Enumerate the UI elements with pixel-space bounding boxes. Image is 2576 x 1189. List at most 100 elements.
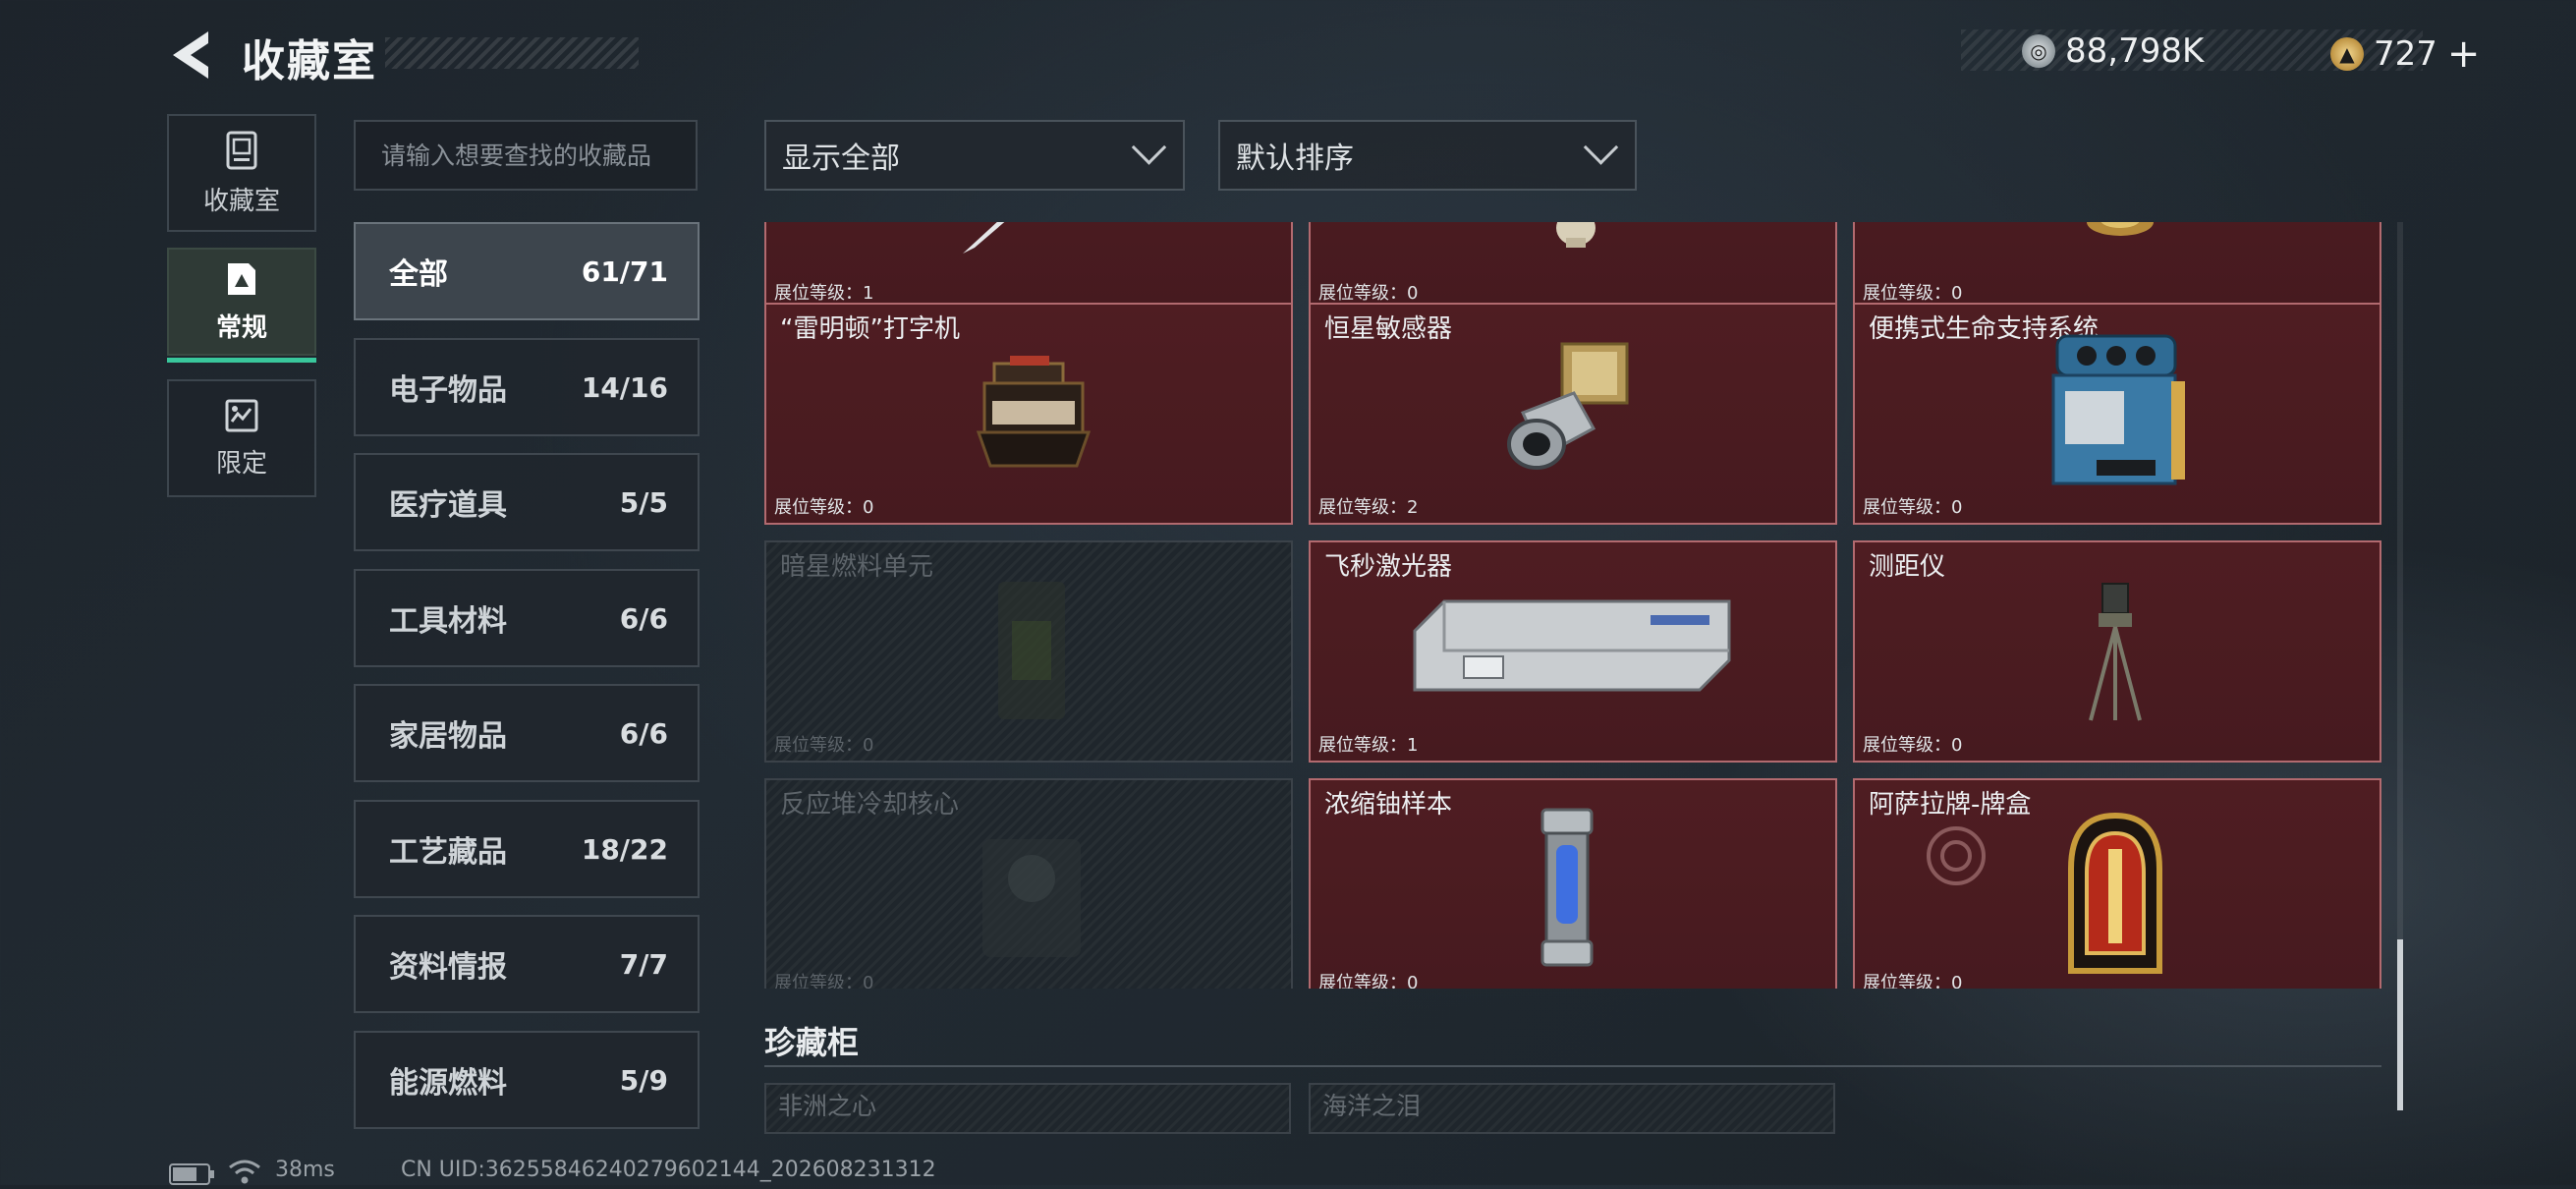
collection-grid[interactable]: 展位等级：1 展位等级：0 展位等级：0 “雷明顿”打字机 展位等级：0 恒星敏… bbox=[762, 222, 2385, 989]
category-name: 工具材料 bbox=[389, 604, 507, 639]
add-currency-button[interactable]: + bbox=[2447, 31, 2481, 77]
display-level: 展位等级：0 bbox=[774, 735, 874, 756]
display-level: 展位等级：0 bbox=[1863, 497, 1963, 518]
section-title: 珍藏柜 bbox=[764, 1024, 860, 1061]
reactor-core-icon bbox=[982, 839, 1081, 957]
category-name: 工艺藏品 bbox=[389, 835, 507, 870]
item-name: 反应堆冷却核心 bbox=[780, 790, 960, 820]
divider bbox=[764, 1065, 2381, 1067]
rangefinder-icon bbox=[2089, 583, 2142, 721]
display-level: 展位等级：0 bbox=[1318, 973, 1419, 989]
laser-icon bbox=[1413, 599, 1731, 692]
card-box-icon bbox=[2068, 812, 2162, 974]
category-tools[interactable]: 工具材料 6/6 bbox=[354, 569, 700, 667]
collection-card[interactable]: 恒星敏感器 展位等级：2 bbox=[1309, 303, 1837, 525]
category-crafts[interactable]: 工艺藏品 18/22 bbox=[354, 800, 700, 898]
nav-label: 收藏室 bbox=[202, 186, 280, 216]
silver-currency: ◎ 88,798K bbox=[2022, 31, 2204, 71]
treasure-card-locked[interactable]: 非洲之心 bbox=[764, 1083, 1291, 1134]
vase-icon bbox=[1556, 222, 1596, 248]
back-button[interactable] bbox=[165, 28, 222, 83]
fuel-cell-icon bbox=[998, 582, 1065, 719]
regular-icon bbox=[228, 262, 255, 295]
category-count: 61/71 bbox=[581, 255, 668, 288]
category-count: 14/16 bbox=[581, 370, 668, 404]
treasure-card-locked[interactable]: 海洋之泪 bbox=[1309, 1083, 1835, 1134]
category-all[interactable]: 全部 61/71 bbox=[354, 222, 700, 320]
collection-room-icon bbox=[226, 131, 257, 169]
item-name: “雷明顿”打字机 bbox=[780, 314, 960, 344]
uranium-sample-icon bbox=[1540, 808, 1594, 967]
display-level: 展位等级：0 bbox=[1863, 283, 1963, 304]
ping-text: 38ms bbox=[275, 1158, 335, 1182]
typewriter-icon bbox=[976, 356, 1092, 468]
show-filter-dropdown[interactable]: 显示全部 bbox=[764, 120, 1185, 191]
collection-card[interactable]: 展位等级：1 bbox=[764, 222, 1293, 311]
collection-card[interactable]: 展位等级：0 bbox=[1853, 222, 2381, 311]
currency-bar: ◎ 88,798K ▲ 727 + bbox=[1961, 29, 2480, 77]
category-name: 资料情报 bbox=[389, 950, 507, 985]
category-count: 6/6 bbox=[619, 716, 668, 750]
uid-text: CN UID:36255846240279602144_202608231312 bbox=[401, 1158, 936, 1182]
blade-icon bbox=[963, 222, 1005, 254]
collection-card-locked[interactable]: 反应堆冷却核心 展位等级：0 bbox=[764, 778, 1293, 989]
display-level: 展位等级：0 bbox=[774, 973, 874, 989]
category-name: 家居物品 bbox=[389, 719, 507, 754]
item-name: 测距仪 bbox=[1869, 552, 1946, 582]
search-input[interactable] bbox=[354, 120, 698, 191]
back-arrow-icon bbox=[173, 31, 208, 79]
category-electronics[interactable]: 电子物品 14/16 bbox=[354, 338, 700, 436]
category-name: 能源燃料 bbox=[389, 1066, 507, 1101]
category-name: 电子物品 bbox=[389, 373, 507, 408]
item-name: 飞秒激光器 bbox=[1324, 552, 1453, 582]
gold-triangle-coin-icon: ▲ bbox=[2330, 37, 2364, 71]
gold-artifact-icon bbox=[2087, 222, 2154, 236]
collection-card[interactable]: 便携式生命支持系统 展位等级：0 bbox=[1853, 303, 2381, 525]
dropdown-value: 默认排序 bbox=[1236, 142, 1354, 176]
collection-card[interactable]: 展位等级：0 bbox=[1309, 222, 1837, 311]
display-level: 展位等级：1 bbox=[774, 283, 874, 304]
wifi-icon bbox=[228, 1158, 261, 1189]
category-count: 7/7 bbox=[619, 947, 668, 981]
category-count: 5/9 bbox=[619, 1063, 668, 1097]
life-support-icon bbox=[2051, 334, 2185, 485]
display-level: 展位等级：0 bbox=[1318, 283, 1419, 304]
item-name: 暗星燃料单元 bbox=[780, 552, 934, 582]
nav-regular[interactable]: 常规 bbox=[167, 248, 316, 356]
category-count: 5/5 bbox=[619, 485, 668, 519]
collection-card[interactable]: 阿萨拉牌-牌盒 展位等级：0 bbox=[1853, 778, 2381, 989]
gold-amount: 727 bbox=[2374, 34, 2437, 74]
dropdown-value: 显示全部 bbox=[782, 142, 900, 176]
display-level: 展位等级：0 bbox=[1863, 735, 1963, 756]
category-household[interactable]: 家居物品 6/6 bbox=[354, 684, 700, 782]
collection-card[interactable]: 测距仪 展位等级：0 bbox=[1853, 540, 2381, 763]
collection-card[interactable]: 飞秒激光器 展位等级：1 bbox=[1309, 540, 1837, 763]
nav-label: 限定 bbox=[215, 448, 267, 479]
active-indicator bbox=[167, 358, 316, 363]
star-sensor-icon bbox=[1507, 342, 1629, 470]
item-name: 浓缩铀样本 bbox=[1324, 790, 1453, 820]
nav-label: 常规 bbox=[215, 312, 267, 343]
collection-card[interactable]: “雷明顿”打字机 展位等级：0 bbox=[764, 303, 1293, 525]
battery-icon bbox=[169, 1163, 216, 1189]
item-name: 恒星敏感器 bbox=[1324, 314, 1453, 344]
nav-limited[interactable]: 限定 bbox=[167, 379, 316, 497]
nav-collection-room[interactable]: 收藏室 bbox=[167, 114, 316, 232]
limited-icon bbox=[225, 399, 258, 431]
sort-dropdown[interactable]: 默认排序 bbox=[1218, 120, 1637, 191]
title-decoration bbox=[385, 37, 639, 69]
display-level: 展位等级：1 bbox=[1318, 735, 1419, 756]
item-name: 阿萨拉牌-牌盒 bbox=[1869, 790, 2032, 820]
display-level: 展位等级：0 bbox=[774, 497, 874, 518]
chevron-down-icon bbox=[1583, 129, 1619, 165]
display-level: 展位等级：2 bbox=[1318, 497, 1419, 518]
scrollbar-thumb[interactable] bbox=[2397, 939, 2403, 1110]
collection-card[interactable]: 浓缩铀样本 展位等级：0 bbox=[1309, 778, 1837, 989]
category-intel[interactable]: 资料情报 7/7 bbox=[354, 915, 700, 1013]
gold-currency: ▲ 727 + bbox=[2330, 31, 2480, 77]
silver-coin-icon: ◎ bbox=[2022, 34, 2055, 68]
category-energy[interactable]: 能源燃料 5/9 bbox=[354, 1031, 700, 1129]
category-medical[interactable]: 医疗道具 5/5 bbox=[354, 453, 700, 551]
collection-card-locked[interactable]: 暗星燃料单元 展位等级：0 bbox=[764, 540, 1293, 763]
display-level: 展位等级：0 bbox=[1863, 973, 1963, 989]
